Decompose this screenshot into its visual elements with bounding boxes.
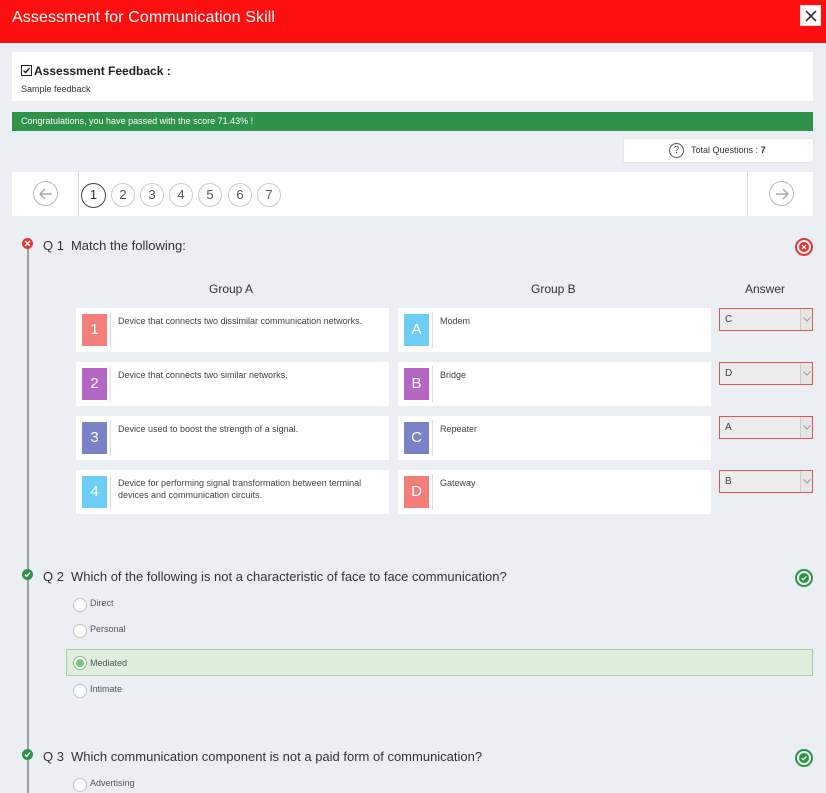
question-3-title: Q 3 Which communication component is not … — [43, 749, 482, 764]
chevron-down-icon — [800, 309, 812, 330]
question-1-result-badge — [795, 238, 813, 256]
radio-button-selected[interactable] — [73, 656, 87, 670]
total-questions-text: Total Questions : — [691, 145, 759, 155]
question-2-number: Q 2 — [43, 569, 64, 584]
group-a-key: 4 — [82, 476, 107, 508]
group-a-text: Device for performing signal transformat… — [118, 478, 362, 500]
group-b-key: C — [404, 422, 429, 454]
group-b-text: Modem — [440, 316, 471, 326]
group-a-item: 3 Device used to boost the strength of a… — [76, 416, 389, 460]
answer-select[interactable]: C — [719, 308, 813, 331]
group-b-item: C Repeater — [398, 416, 711, 460]
group-b-header: Group B — [531, 282, 576, 296]
option-advertising[interactable]: Advertising — [66, 771, 813, 793]
answer-value: A — [725, 422, 732, 433]
question-1-title: Q 1 Match the following: — [43, 238, 186, 253]
radio-button[interactable] — [73, 598, 87, 612]
group-a-key: 2 — [82, 368, 107, 400]
question-1-text: Match the following: — [70, 238, 186, 253]
radio-button[interactable] — [73, 624, 87, 638]
question-3-text: Which communication component is not a p… — [70, 749, 483, 764]
answer-value: B — [725, 476, 732, 487]
feedback-title: Assessment Feedback : — [34, 64, 171, 78]
group-a-header: Group A — [209, 282, 254, 296]
page-button-6[interactable]: 6 — [228, 183, 252, 207]
radio-button[interactable] — [73, 684, 87, 698]
result-message: Congratulations, you have passed with th… — [21, 116, 254, 126]
answer-header: Answer — [745, 282, 786, 296]
option-direct[interactable]: Direct — [66, 591, 813, 618]
arrow-left-icon — [33, 181, 58, 206]
question-wrong-icon — [22, 238, 33, 249]
page-button-7[interactable]: 7 — [257, 183, 281, 207]
group-a-text: Device that connects two dissimilar comm… — [118, 316, 363, 326]
group-a-item: 2 Device that connects two similar netwo… — [76, 362, 389, 406]
option-label: Mediated — [90, 658, 128, 668]
group-b-item: B Bridge — [398, 362, 711, 406]
close-icon — [805, 10, 817, 22]
question-correct-icon — [22, 569, 33, 580]
feedback-text: Sample feedback — [21, 84, 91, 94]
question-2-title: Q 2 Which of the following is not a chara… — [43, 569, 507, 584]
option-personal[interactable]: Personal — [66, 617, 813, 644]
help-icon[interactable]: ? — [669, 143, 684, 158]
group-a-text: Device used to boost the strength of a s… — [118, 424, 299, 434]
question-3-number: Q 3 — [43, 749, 64, 764]
total-questions-box: ? Total Questions : 7 — [623, 138, 814, 163]
answer-select[interactable]: A — [719, 416, 813, 439]
group-a-item: 4 Device for performing signal transform… — [76, 470, 389, 514]
page-button-5[interactable]: 5 — [198, 183, 222, 207]
answer-select[interactable]: B — [719, 470, 813, 493]
group-b-item: D Gateway — [398, 470, 711, 514]
chevron-down-icon — [800, 417, 812, 438]
option-label: Advertising — [90, 778, 135, 788]
arrow-right-icon — [769, 181, 794, 206]
page-button-4[interactable]: 4 — [169, 183, 193, 207]
group-b-text: Gateway — [440, 478, 476, 488]
check-square-icon — [21, 65, 32, 76]
question-timeline — [27, 246, 29, 793]
option-label: Direct — [90, 598, 114, 608]
feedback-card: Assessment Feedback : Sample feedback — [12, 52, 813, 101]
group-b-key: B — [404, 368, 429, 400]
group-a-item: 1 Device that connects two dissimilar co… — [76, 308, 389, 352]
radio-button[interactable] — [73, 778, 87, 792]
group-b-text: Bridge — [440, 370, 467, 380]
option-intimate[interactable]: Intimate — [66, 677, 813, 704]
answer-value: D — [725, 368, 733, 379]
answer-select[interactable]: D — [719, 362, 813, 385]
group-a-text: Device that connects two similar network… — [118, 370, 288, 380]
question-correct-icon — [22, 749, 33, 760]
result-banner: Congratulations, you have passed with th… — [12, 112, 813, 131]
group-b-text: Repeater — [440, 424, 478, 434]
question-2-result-badge — [795, 569, 813, 587]
modal-header: Assessment for Communication Skill — [0, 0, 826, 43]
total-questions-label: Total Questions : 7 — [691, 145, 766, 155]
group-a-key: 3 — [82, 422, 107, 454]
answer-value: C — [725, 314, 733, 325]
page-button-1[interactable]: 1 — [81, 183, 106, 208]
group-b-item: A Modem — [398, 308, 711, 352]
chevron-down-icon — [800, 363, 812, 384]
modal-title: Assessment for Communication Skill — [12, 9, 276, 26]
option-label: Intimate — [90, 684, 123, 694]
option-mediated[interactable]: Mediated — [66, 649, 813, 676]
group-b-key: A — [404, 314, 429, 346]
prev-question-button[interactable] — [12, 172, 79, 216]
question-1-number: Q 1 — [43, 238, 64, 253]
total-questions-count: 7 — [760, 145, 766, 155]
close-button[interactable] — [800, 5, 821, 26]
question-2-text: Which of the following is not a characte… — [70, 569, 507, 584]
group-a-key: 1 — [82, 314, 107, 346]
option-label: Personal — [90, 624, 126, 634]
page-button-2[interactable]: 2 — [111, 183, 135, 207]
chevron-down-icon — [800, 471, 812, 492]
group-b-key: D — [404, 476, 429, 508]
next-question-button[interactable] — [747, 172, 813, 216]
question-pager: 1 2 3 4 5 6 7 — [12, 172, 813, 216]
question-3-result-badge — [795, 749, 813, 767]
page-button-3[interactable]: 3 — [140, 183, 164, 207]
